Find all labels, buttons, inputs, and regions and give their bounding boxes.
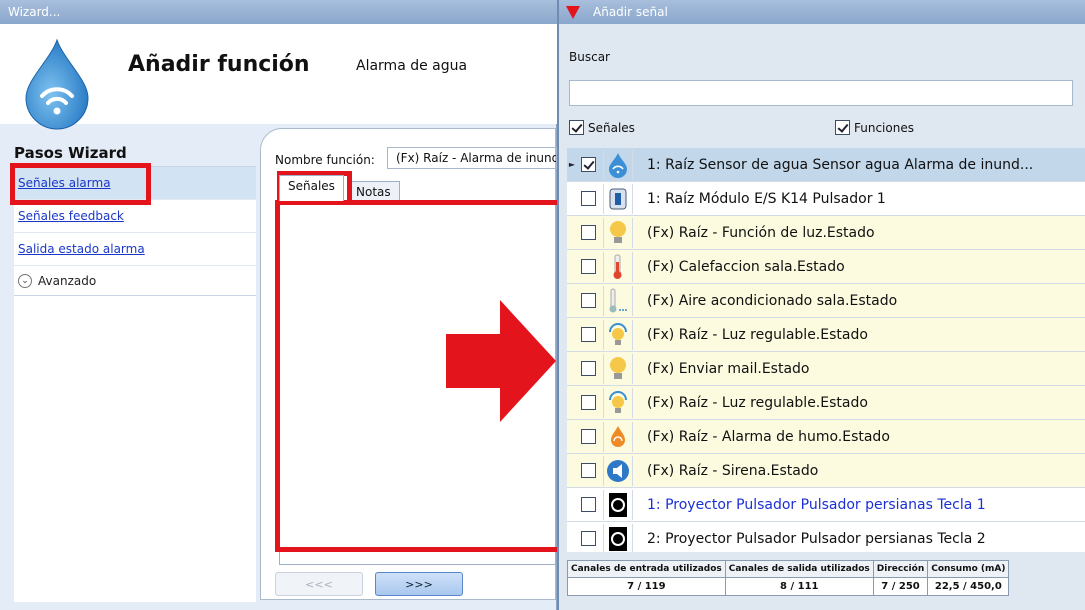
table-row[interactable]: (Fx) Raíz - Alarma de humo.Estado xyxy=(567,420,1085,454)
wizard-titlebar: Wizard... xyxy=(0,0,557,24)
row-checkbox[interactable] xyxy=(580,225,596,240)
filter-signals-checkbox[interactable] xyxy=(569,120,584,135)
light-bulb-icon xyxy=(603,353,633,384)
row-label: 2: Proyector Pulsador Pulsador persianas… xyxy=(647,530,986,547)
row-checkbox[interactable] xyxy=(580,259,596,274)
filter-functions[interactable]: Funciones xyxy=(835,120,914,135)
table-row[interactable]: (Fx) Aire acondicionado sala.Estado xyxy=(567,284,1085,318)
table-row[interactable]: (Fx) Raíz - Luz regulable.Estado xyxy=(567,318,1085,352)
function-name-field[interactable]: (Fx) Raíz - Alarma de inundación xyxy=(387,147,557,169)
page-subtitle: Alarma de agua xyxy=(356,58,468,74)
row-checkbox[interactable] xyxy=(580,157,596,172)
row-label: (Fx) Raíz - Función de luz.Estado xyxy=(647,224,875,241)
table-row[interactable]: (Fx) Raíz - Sirena.Estado xyxy=(567,454,1085,488)
row-selector-icon: ► xyxy=(568,160,576,169)
function-name-label: Nombre función: xyxy=(275,153,375,167)
row-label: 1: Proyector Pulsador Pulsador persianas… xyxy=(647,496,986,513)
signals-grid: ► 1: Raíz Sensor de agua Sensor agua Ala… xyxy=(567,148,1085,552)
red-triangle-icon xyxy=(566,6,580,19)
stat-header-input: Canales de entrada utilizados xyxy=(567,560,726,578)
row-label: (Fx) Enviar mail.Estado xyxy=(647,360,810,377)
table-row[interactable]: (Fx) Enviar mail.Estado xyxy=(567,352,1085,386)
siren-icon xyxy=(603,455,633,486)
row-checkbox[interactable] xyxy=(580,463,596,478)
row-label: (Fx) Raíz - Luz regulable.Estado xyxy=(647,326,868,343)
row-label: (Fx) Calefaccion sala.Estado xyxy=(647,258,845,275)
step-salida-estado-alarma[interactable]: Salida estado alarma xyxy=(14,233,256,266)
highlight-step-box xyxy=(10,163,151,205)
table-row[interactable]: 2: Proyector Pulsador Pulsador persianas… xyxy=(567,522,1085,552)
light-bulb-icon xyxy=(603,217,633,248)
search-label: Buscar xyxy=(569,50,610,64)
steps-list: Señales alarma Señales feedback Salida e… xyxy=(14,166,256,602)
table-row[interactable]: ► 1: Raíz Sensor de agua Sensor agua Ala… xyxy=(567,148,1085,182)
row-checkbox[interactable] xyxy=(580,395,596,410)
dimmable-light-icon xyxy=(603,387,633,418)
table-row[interactable]: 1: Proyector Pulsador Pulsador persianas… xyxy=(567,488,1085,522)
signal-titlebar: Añadir señal xyxy=(559,0,1085,24)
chevron-down-icon: ⌄ xyxy=(18,273,32,288)
thermometer-icon xyxy=(603,251,633,282)
wizard-header: Añadir función Alarma de agua xyxy=(0,24,557,130)
next-button[interactable]: >>> xyxy=(375,572,463,596)
smoke-alarm-icon xyxy=(603,421,633,452)
row-checkbox[interactable] xyxy=(580,429,596,444)
stat-header-consumption: Consumo (mA) xyxy=(927,560,1010,578)
stat-header-address: Dirección xyxy=(872,560,929,578)
previous-button[interactable]: <<< xyxy=(275,572,363,596)
stat-header-output: Canales de salida utilizados xyxy=(724,560,874,578)
stat-value-address: 7 / 250 xyxy=(872,577,929,596)
row-checkbox[interactable] xyxy=(580,191,596,206)
row-label: (Fx) Raíz - Sirena.Estado xyxy=(647,462,819,479)
row-checkbox[interactable] xyxy=(580,327,596,342)
filter-signals[interactable]: Señales xyxy=(569,120,635,135)
row-label: (Fx) Aire acondicionado sala.Estado xyxy=(647,292,898,309)
wizard-window: Wizard... Añadir función Alarma de agua … xyxy=(0,0,557,610)
row-label: 1: Raíz Sensor de agua Sensor agua Alarm… xyxy=(647,156,1034,173)
advanced-toggle[interactable]: ⌄ Avanzado xyxy=(14,266,256,296)
table-row[interactable]: (Fx) Raíz - Función de luz.Estado xyxy=(567,216,1085,250)
filter-functions-label: Funciones xyxy=(854,120,914,135)
stat-value-consumption: 22,5 / 450,0 xyxy=(927,577,1010,596)
arrow-right-icon xyxy=(446,300,556,422)
row-label: 1: Raíz Módulo E/S K14 Pulsador 1 xyxy=(647,190,886,207)
io-module-icon xyxy=(603,183,633,214)
row-label: (Fx) Raíz - Luz regulable.Estado xyxy=(647,394,868,411)
push-button-icon xyxy=(603,489,633,520)
row-label: (Fx) Raíz - Alarma de humo.Estado xyxy=(647,428,890,445)
signal-window: Añadir señal Buscar Señales Funciones ► … xyxy=(557,0,1085,610)
dimmable-light-icon xyxy=(603,319,633,350)
row-checkbox[interactable] xyxy=(580,293,596,308)
row-checkbox[interactable] xyxy=(580,361,596,376)
table-row[interactable]: 1: Raíz Módulo E/S K14 Pulsador 1 xyxy=(567,182,1085,216)
air-conditioner-icon xyxy=(603,285,633,316)
steps-title: Pasos Wizard xyxy=(14,144,127,162)
water-drop-icon xyxy=(603,149,633,180)
tab-senales[interactable]: Señales xyxy=(279,175,344,201)
filter-signals-label: Señales xyxy=(588,120,635,135)
usage-stats: Canales de entrada utilizados Canales de… xyxy=(567,560,1013,602)
signal-window-title: Añadir señal xyxy=(593,5,668,19)
push-button-icon xyxy=(603,523,633,552)
page-title: Añadir función xyxy=(128,52,310,77)
filter-functions-checkbox[interactable] xyxy=(835,120,850,135)
stat-value-output: 8 / 111 xyxy=(724,577,874,596)
table-row[interactable]: (Fx) Calefaccion sala.Estado xyxy=(567,250,1085,284)
water-drop-icon xyxy=(25,38,89,130)
advanced-label: Avanzado xyxy=(38,273,97,288)
table-row[interactable]: (Fx) Raíz - Luz regulable.Estado xyxy=(567,386,1085,420)
search-input[interactable] xyxy=(569,80,1073,106)
row-checkbox[interactable] xyxy=(580,497,596,512)
row-checkbox[interactable] xyxy=(580,531,596,546)
stat-value-input: 7 / 119 xyxy=(567,577,726,596)
